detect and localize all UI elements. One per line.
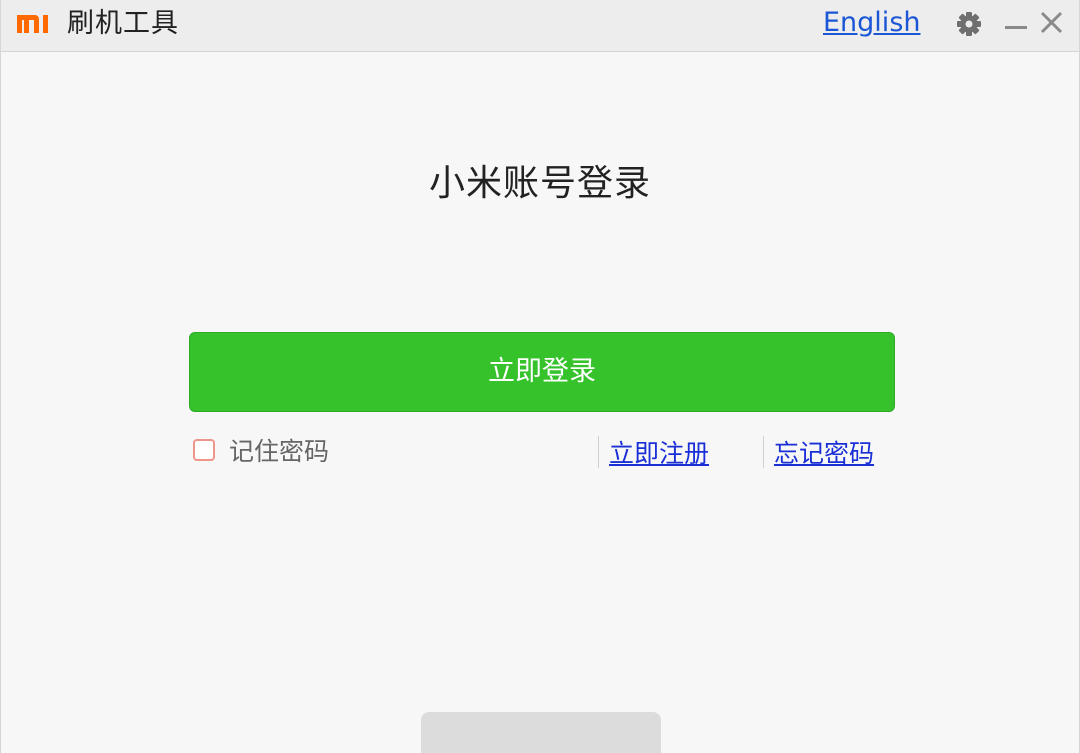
language-english-link[interactable]: English — [823, 6, 921, 40]
title-bar[interactable]: 刷机工具 English — [1, 0, 1079, 52]
remember-password-label: 记住密码 — [229, 437, 330, 466]
gear-icon[interactable] — [954, 9, 984, 39]
mi-logo — [17, 15, 48, 33]
login-heading: 小米账号登录 — [428, 163, 651, 204]
link-divider — [598, 436, 599, 468]
app-title: 刷机工具 — [67, 8, 179, 39]
remember-password-checkbox[interactable] — [193, 439, 215, 461]
app-window: 刷机工具 English 小米账号登录 立即登录 记住密码 立即注册 忘记密码 — [0, 0, 1080, 753]
link-divider — [763, 436, 764, 468]
close-icon[interactable] — [1037, 9, 1067, 39]
register-link[interactable]: 立即注册 — [609, 437, 709, 471]
bottom-panel-button[interactable] — [421, 712, 661, 753]
forgot-password-link[interactable]: 忘记密码 — [774, 437, 874, 471]
minimize-icon[interactable] — [1002, 9, 1032, 39]
login-button[interactable]: 立即登录 — [189, 332, 895, 412]
